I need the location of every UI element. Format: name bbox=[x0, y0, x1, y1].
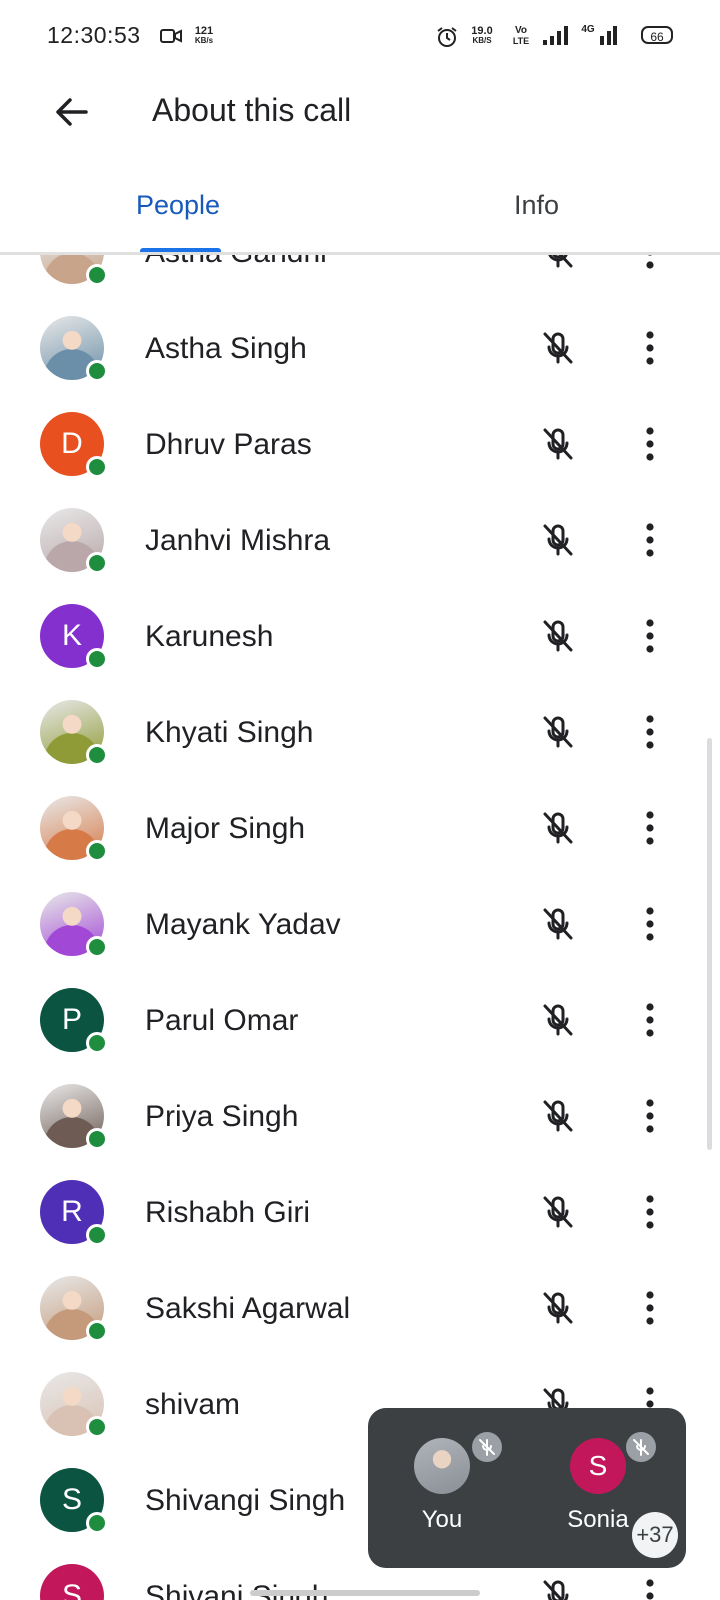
online-status-dot bbox=[86, 552, 108, 574]
mic-off-icon[interactable] bbox=[538, 520, 578, 560]
more-options-icon[interactable] bbox=[640, 1192, 660, 1232]
online-status-dot bbox=[86, 264, 108, 286]
mic-off-icon[interactable] bbox=[538, 1192, 578, 1232]
mic-off-icon[interactable] bbox=[538, 808, 578, 848]
participant-row[interactable]: P Parul Omar bbox=[0, 974, 720, 1070]
participant-name: Janhvi Mishra bbox=[145, 524, 331, 557]
more-participants-badge[interactable]: +37 bbox=[632, 1512, 678, 1558]
scrollbar[interactable] bbox=[707, 738, 712, 1150]
participant-name: Mayank Yadav bbox=[145, 908, 341, 941]
alarm-icon bbox=[437, 27, 457, 47]
online-status-dot bbox=[86, 456, 108, 478]
more-options-icon[interactable] bbox=[640, 616, 660, 656]
tile-name: You bbox=[421, 1506, 463, 1533]
online-status-dot bbox=[86, 936, 108, 958]
tab-people[interactable]: People bbox=[136, 190, 220, 221]
avatar bbox=[414, 1438, 470, 1494]
volte-indicator: Vo LTE bbox=[512, 25, 530, 47]
participant-name: Major Singh bbox=[145, 812, 306, 845]
participant-row[interactable]: Astha Singh bbox=[0, 302, 720, 398]
mic-off-icon bbox=[626, 1432, 656, 1462]
avatar: S bbox=[40, 1564, 104, 1600]
tile-you[interactable]: You bbox=[382, 1432, 502, 1534]
online-status-dot bbox=[86, 840, 108, 862]
mic-off-icon[interactable] bbox=[538, 712, 578, 752]
online-status-dot bbox=[86, 1512, 108, 1534]
participant-row[interactable]: D Dhruv Paras bbox=[0, 398, 720, 494]
mic-off-icon[interactable] bbox=[538, 1000, 578, 1040]
mic-off-icon[interactable] bbox=[538, 1096, 578, 1136]
more-options-icon[interactable] bbox=[640, 1096, 660, 1136]
participant-name: Sakshi Agarwal bbox=[145, 1292, 351, 1325]
download-speed: 121 KB/s bbox=[194, 25, 214, 46]
more-options-icon[interactable] bbox=[640, 255, 660, 272]
participant-name: Priya Singh bbox=[145, 1100, 299, 1133]
mic-off-icon[interactable] bbox=[538, 328, 578, 368]
status-bar: 12:30:53 121 KB/s 19.0 KB/S Vo LTE 4G 66 bbox=[0, 0, 720, 70]
participant-row[interactable]: Sakshi Agarwal bbox=[0, 1262, 720, 1358]
participant-row[interactable]: Major Singh bbox=[0, 782, 720, 878]
online-status-dot bbox=[86, 1224, 108, 1246]
more-options-icon[interactable] bbox=[640, 328, 660, 368]
mic-off-icon[interactable] bbox=[538, 1576, 578, 1600]
online-status-dot bbox=[86, 744, 108, 766]
battery-icon: 66 bbox=[641, 26, 673, 44]
clock: 12:30:53 bbox=[47, 22, 141, 48]
participant-name: Astha Singh bbox=[145, 332, 307, 365]
avatar: S bbox=[570, 1438, 626, 1494]
more-options-icon[interactable] bbox=[640, 520, 660, 560]
more-options-icon[interactable] bbox=[640, 1288, 660, 1328]
mic-off-icon[interactable] bbox=[538, 255, 578, 272]
participant-list[interactable]: Astha Gandhi Astha Singh DDhruv Paras Janhv… bbox=[0, 255, 720, 1600]
network-type: 4G bbox=[581, 24, 595, 35]
participant-name: Astha Gandhi bbox=[145, 255, 327, 270]
video-camera-icon bbox=[160, 29, 182, 43]
participant-row[interactable]: K Karunesh bbox=[0, 590, 720, 686]
online-status-dot bbox=[86, 1128, 108, 1150]
back-arrow-icon[interactable] bbox=[52, 92, 92, 132]
home-indicator bbox=[250, 1590, 480, 1596]
participant-row[interactable]: Khyati Singh bbox=[0, 686, 720, 782]
online-status-dot bbox=[86, 360, 108, 382]
online-status-dot bbox=[86, 1416, 108, 1438]
mic-off-icon[interactable] bbox=[538, 616, 578, 656]
more-options-icon[interactable] bbox=[640, 904, 660, 944]
participant-name: Dhruv Paras bbox=[145, 428, 312, 461]
online-status-dot bbox=[86, 1032, 108, 1054]
network-speed: 19.0 KB/S bbox=[471, 25, 493, 46]
participant-row[interactable]: R Rishabh Giri bbox=[0, 1166, 720, 1262]
mic-off-icon[interactable] bbox=[538, 424, 578, 464]
participant-row[interactable]: Janhvi Mishra bbox=[0, 494, 720, 590]
more-options-icon[interactable] bbox=[640, 808, 660, 848]
participant-name: shivam bbox=[145, 1388, 241, 1421]
participant-row[interactable]: Priya Singh bbox=[0, 1070, 720, 1166]
more-options-icon[interactable] bbox=[640, 1000, 660, 1040]
mic-off-icon[interactable] bbox=[538, 1288, 578, 1328]
participant-name: Rishabh Giri bbox=[145, 1196, 311, 1229]
signal-icon-2 bbox=[600, 26, 617, 45]
mic-off-icon[interactable] bbox=[538, 904, 578, 944]
more-options-icon[interactable] bbox=[640, 424, 660, 464]
online-status-dot bbox=[86, 648, 108, 670]
signal-icon bbox=[543, 26, 568, 45]
participant-name: Khyati Singh bbox=[145, 716, 314, 749]
participant-name: Parul Omar bbox=[145, 1004, 299, 1037]
tab-info[interactable]: Info bbox=[514, 190, 559, 221]
participant-row[interactable]: Mayank Yadav bbox=[0, 878, 720, 974]
online-status-dot bbox=[86, 1320, 108, 1342]
more-options-icon[interactable] bbox=[640, 1576, 660, 1600]
mic-off-icon bbox=[472, 1432, 502, 1462]
page-title: About this call bbox=[152, 92, 352, 128]
participant-row[interactable]: Astha Gandhi bbox=[0, 255, 720, 302]
participant-name: Shivangi Singh bbox=[145, 1484, 346, 1517]
more-options-icon[interactable] bbox=[640, 712, 660, 752]
participant-name: Karunesh bbox=[145, 620, 274, 653]
